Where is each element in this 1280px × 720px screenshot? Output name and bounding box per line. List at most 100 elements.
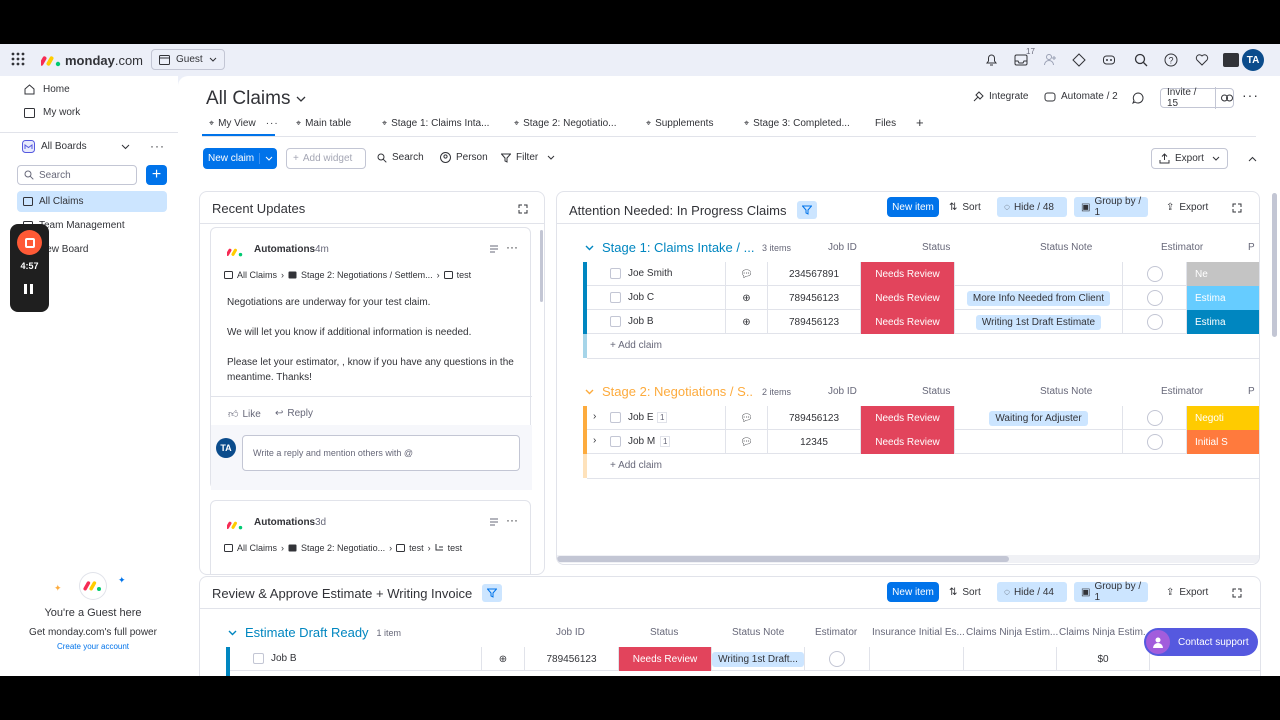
row-checkbox[interactable]: [610, 268, 621, 279]
add-claim-row[interactable]: + Add claim: [610, 340, 662, 351]
invite-button[interactable]: Invite / 15: [1160, 87, 1234, 109]
collapse-header-icon[interactable]: [1248, 156, 1257, 162]
stage-cell[interactable]: Estima: [1187, 310, 1259, 334]
sort-button[interactable]: ⇅ Sort: [949, 587, 981, 598]
expand-subitems-icon[interactable]: ›: [593, 411, 596, 422]
column-header-estimator[interactable]: Estimator: [815, 627, 857, 638]
link-icon[interactable]: [1216, 94, 1233, 102]
item-name[interactable]: Job B: [271, 653, 297, 664]
chevron-down-icon[interactable]: [260, 156, 273, 161]
item-card-icon[interactable]: [489, 518, 499, 528]
updates-icon[interactable]: 💬︎: [725, 262, 768, 286]
item-name[interactable]: Job B: [628, 316, 654, 327]
create-account-link[interactable]: Create your account: [0, 642, 186, 651]
bell-icon[interactable]: [985, 53, 998, 67]
item-card-icon[interactable]: [489, 245, 499, 255]
group-header[interactable]: Stage 2: Negotiations / S... 2 items: [585, 384, 791, 399]
updates-icon[interactable]: 💬︎: [725, 430, 768, 454]
post-author[interactable]: Automations: [254, 244, 315, 255]
stop-recording-button[interactable]: [17, 230, 42, 255]
column-header-extra[interactable]: P: [1248, 242, 1255, 253]
comment-icon[interactable]: [1132, 92, 1144, 104]
add-claim-row[interactable]: + Add claim: [610, 460, 662, 471]
breadcrumb-board[interactable]: All Claims: [237, 543, 277, 553]
column-header-status-note[interactable]: Status Note: [732, 627, 784, 638]
column-header-job-id[interactable]: Job ID: [828, 386, 857, 397]
tab-stage-1[interactable]: ⌖ Stage 1: Claims Inta...: [382, 118, 489, 129]
integrate-button[interactable]: Integrate: [973, 91, 1028, 102]
export-button[interactable]: ⇪ Export: [1166, 202, 1208, 213]
new-item-button[interactable]: New item: [887, 582, 939, 602]
chevron-down-icon[interactable]: [585, 389, 594, 395]
item-name[interactable]: Job M: [628, 436, 655, 447]
status-note-cell[interactable]: Waiting for Adjuster: [955, 406, 1123, 430]
stage-cell[interactable]: Ne: [1187, 262, 1259, 286]
column-header-status[interactable]: Status: [650, 627, 678, 638]
column-header-job-id[interactable]: Job ID: [828, 242, 857, 253]
more-options-icon[interactable]: ···: [506, 513, 518, 527]
horizontal-scrollbar[interactable]: [557, 556, 1009, 562]
status-cell[interactable]: Needs Review: [861, 310, 955, 334]
workspace-selector[interactable]: All Boards: [22, 140, 87, 153]
column-header-status-note[interactable]: Status Note: [1040, 242, 1092, 253]
invite-members-icon[interactable]: [1043, 53, 1057, 66]
sort-button[interactable]: ⇅ Sort: [949, 202, 981, 213]
add-update-icon[interactable]: ⊕: [725, 286, 768, 310]
expand-subitems-icon[interactable]: ›: [593, 435, 596, 446]
column-header-status[interactable]: Status: [922, 386, 950, 397]
table-row[interactable]: › Job E 1 💬︎ 789456123 Needs Review Wait…: [587, 406, 1259, 430]
column-header-claims-ninja-1[interactable]: Claims Ninja Estim...: [966, 627, 1058, 638]
status-note-cell[interactable]: More Info Needed from Client: [955, 286, 1123, 310]
add-update-icon[interactable]: ⊕: [481, 647, 525, 671]
reply-button[interactable]: ↩ Reply: [275, 408, 313, 419]
column-header-estimator[interactable]: Estimator: [1161, 386, 1203, 397]
group-by-button[interactable]: ▣ Group by / 1: [1074, 196, 1148, 218]
stage-cell[interactable]: Negoti: [1187, 406, 1259, 430]
chevron-down-icon[interactable]: [121, 144, 130, 150]
column-header-claims-ninja-2[interactable]: Claims Ninja Estim...: [1059, 627, 1151, 638]
apps-grid-icon[interactable]: [11, 52, 25, 66]
filter-icon[interactable]: [796, 201, 817, 219]
column-header-job-id[interactable]: Job ID: [556, 627, 585, 638]
workspace-logo-icon[interactable]: [1223, 53, 1239, 67]
sidebar-item-home[interactable]: Home: [24, 84, 70, 95]
status-note-cell[interactable]: [955, 430, 1123, 454]
claims-ninja-cell[interactable]: [964, 647, 1057, 671]
page-scrollbar[interactable]: [1272, 193, 1277, 337]
subitem-count[interactable]: 1: [657, 412, 668, 423]
row-checkbox[interactable]: [610, 436, 621, 447]
sidebar-search-input[interactable]: Search: [17, 165, 137, 185]
estimator-cell[interactable]: [805, 647, 870, 671]
tab-stage-2[interactable]: ⌖ Stage 2: Negotiatio...: [514, 118, 616, 129]
guest-switcher[interactable]: Guest: [151, 49, 225, 70]
table-row[interactable]: Job B ⊕ 789456123 Needs Review Writing 1…: [587, 310, 1259, 334]
row-checkbox[interactable]: [610, 292, 621, 303]
column-header-extra[interactable]: P: [1248, 386, 1255, 397]
updates-icon[interactable]: 💬︎: [725, 406, 768, 430]
status-cell[interactable]: Needs Review: [861, 262, 955, 286]
add-board-button[interactable]: +: [146, 165, 167, 185]
scrollbar[interactable]: [540, 230, 543, 302]
sidebar-item-all-claims[interactable]: All Claims: [17, 191, 167, 212]
breadcrumb-subitem[interactable]: test: [448, 543, 463, 553]
like-button[interactable]: 👍︎ Like: [228, 408, 261, 421]
search-button[interactable]: Search: [377, 152, 424, 163]
user-avatar[interactable]: TA: [1242, 49, 1264, 71]
status-cell[interactable]: Needs Review: [861, 406, 955, 430]
tab-stage-3[interactable]: ⌖ Stage 3: Completed...: [744, 118, 850, 129]
table-row[interactable]: Job C ⊕ 789456123 Needs Review More Info…: [587, 286, 1259, 310]
row-checkbox[interactable]: [253, 653, 264, 664]
board-title[interactable]: All Claims: [206, 88, 306, 110]
tab-my-view[interactable]: ⌖ My View ···: [209, 118, 279, 129]
more-options-icon[interactable]: ···: [150, 139, 165, 153]
hide-columns-button[interactable]: ◌ Hide / 44: [997, 582, 1067, 602]
group-header[interactable]: Estimate Draft Ready 1 item: [228, 625, 401, 640]
job-id-cell[interactable]: 789456123: [768, 406, 861, 430]
add-widget-button[interactable]: + Add widget: [286, 148, 366, 169]
chevron-down-icon[interactable]: [547, 155, 555, 160]
filter-icon[interactable]: [482, 584, 503, 602]
add-view-icon[interactable]: +: [916, 115, 924, 130]
column-header-estimator[interactable]: Estimator: [1161, 242, 1203, 253]
export-button[interactable]: Export: [1151, 148, 1228, 169]
integrations-icon[interactable]: [1072, 53, 1086, 67]
